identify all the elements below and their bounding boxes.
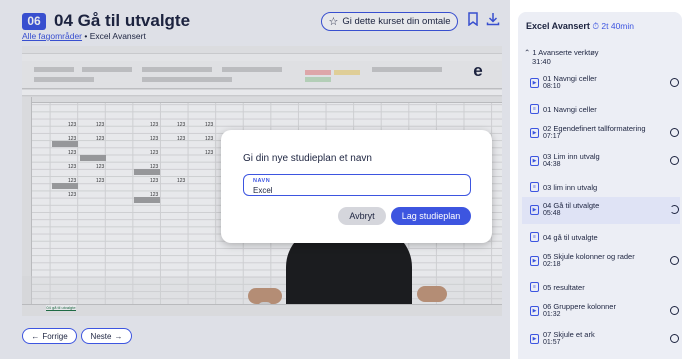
lesson-duration: 07:17 — [543, 133, 561, 140]
completion-toggle[interactable] — [670, 334, 679, 343]
lesson-title: 01 Navngi celler — [543, 74, 597, 83]
lesson-title: 02 Egendefinert tallformatering — [543, 124, 646, 133]
lesson-item[interactable]: ▶ 03 Lim inn utvalg 04:38 — [522, 148, 680, 175]
video-icon: ▶ — [530, 128, 539, 138]
field-value[interactable]: Excel — [253, 186, 273, 195]
progress-spinner-icon[interactable] — [670, 205, 679, 214]
lesson-item[interactable]: ▶ 07 Skjule et ark 01:57 — [522, 326, 680, 353]
course-duration: 2t 40min — [601, 21, 634, 31]
section-duration: 31:40 — [532, 57, 551, 66]
video-icon: ▶ — [530, 334, 539, 344]
video-icon: ▶ — [530, 156, 539, 166]
lesson-title: 04 Gå til utvalgte — [543, 201, 600, 210]
lesson-title: 05 resultater — [543, 283, 585, 292]
lesson-duration: 05:48 — [543, 210, 561, 217]
study-plan-name-field[interactable]: NAVN Excel — [243, 174, 471, 196]
completion-toggle[interactable] — [670, 256, 679, 265]
sidebar-header: Excel Avansert ⏱ 2t 40min — [526, 21, 634, 32]
lesson-item[interactable]: ▶ 05 Skjule kolonner og rader 02:18 — [522, 248, 680, 275]
document-icon: ≡ — [530, 104, 539, 114]
previous-label: Forrige — [42, 331, 68, 341]
document-icon: ≡ — [530, 182, 539, 192]
main-content: 06 04 Gå til utvalgte Alle fagområder • … — [0, 0, 510, 359]
lesson-duration: 01:57 — [543, 339, 561, 346]
next-label: Neste — [90, 331, 112, 341]
previous-button[interactable]: ← Forrige — [22, 328, 77, 344]
lesson-title: 07 Skjule et ark — [543, 330, 595, 339]
lesson-title: 06 Gruppere kolonner — [543, 302, 616, 311]
arrow-right-icon: → — [114, 331, 123, 341]
course-title: Excel Avansert — [526, 21, 590, 31]
lesson-item[interactable]: ▶ 01 Navngi celler 08:10 — [522, 70, 680, 97]
completion-toggle[interactable] — [670, 156, 679, 165]
next-button[interactable]: Neste → — [81, 328, 132, 344]
video-icon: ▶ — [530, 205, 539, 215]
video-icon: ▶ — [530, 78, 539, 88]
document-icon: ≡ — [530, 282, 539, 292]
completion-toggle[interactable] — [670, 128, 679, 137]
lesson-duration: 02:18 — [543, 261, 561, 268]
field-label: NAVN — [253, 178, 271, 184]
lesson-duration: 04:38 — [543, 161, 561, 168]
lesson-duration: 08:10 — [543, 83, 561, 90]
cancel-button[interactable]: Avbryt — [338, 207, 386, 225]
dialog-title: Gi din nye studieplan et navn — [243, 153, 372, 164]
arrow-left-icon: ← — [31, 331, 40, 341]
lesson-item[interactable]: ▶ 02 Egendefinert tallformatering 07:17 — [522, 120, 680, 147]
video-icon: ▶ — [530, 306, 539, 316]
lesson-title: 01 Navngi celler — [543, 105, 597, 114]
lesson-title: 04 gå til utvalgte — [543, 233, 598, 242]
lesson-item-active[interactable]: ▶ 04 Gå til utvalgte 05:48 — [522, 197, 680, 224]
lesson-title: 03 Lim inn utvalg — [543, 152, 600, 161]
name-study-plan-dialog: Gi din nye studieplan et navn NAVN Excel… — [221, 130, 492, 243]
section-header[interactable]: ⌃ 1 Avanserte verktøy 31:40 — [524, 48, 599, 66]
chevron-up-icon: ⌃ — [524, 48, 531, 57]
lesson-item[interactable]: ▶ 06 Gruppere kolonner 01:32 — [522, 298, 680, 325]
document-icon: ≡ — [530, 232, 539, 242]
completion-toggle[interactable] — [670, 78, 679, 87]
completion-toggle[interactable] — [670, 306, 679, 315]
lesson-title: 05 Skjule kolonner og rader — [543, 252, 635, 261]
create-study-plan-button[interactable]: Lag studieplan — [391, 207, 471, 225]
section-title: 1 Avanserte verktøy — [532, 48, 599, 57]
lesson-duration: 01:32 — [543, 311, 561, 318]
lesson-title: 03 lim inn utvalg — [543, 183, 598, 192]
video-icon: ▶ — [530, 256, 539, 266]
course-sidebar: Excel Avansert ⏱ 2t 40min ⌃ 1 Avanserte … — [518, 12, 682, 359]
